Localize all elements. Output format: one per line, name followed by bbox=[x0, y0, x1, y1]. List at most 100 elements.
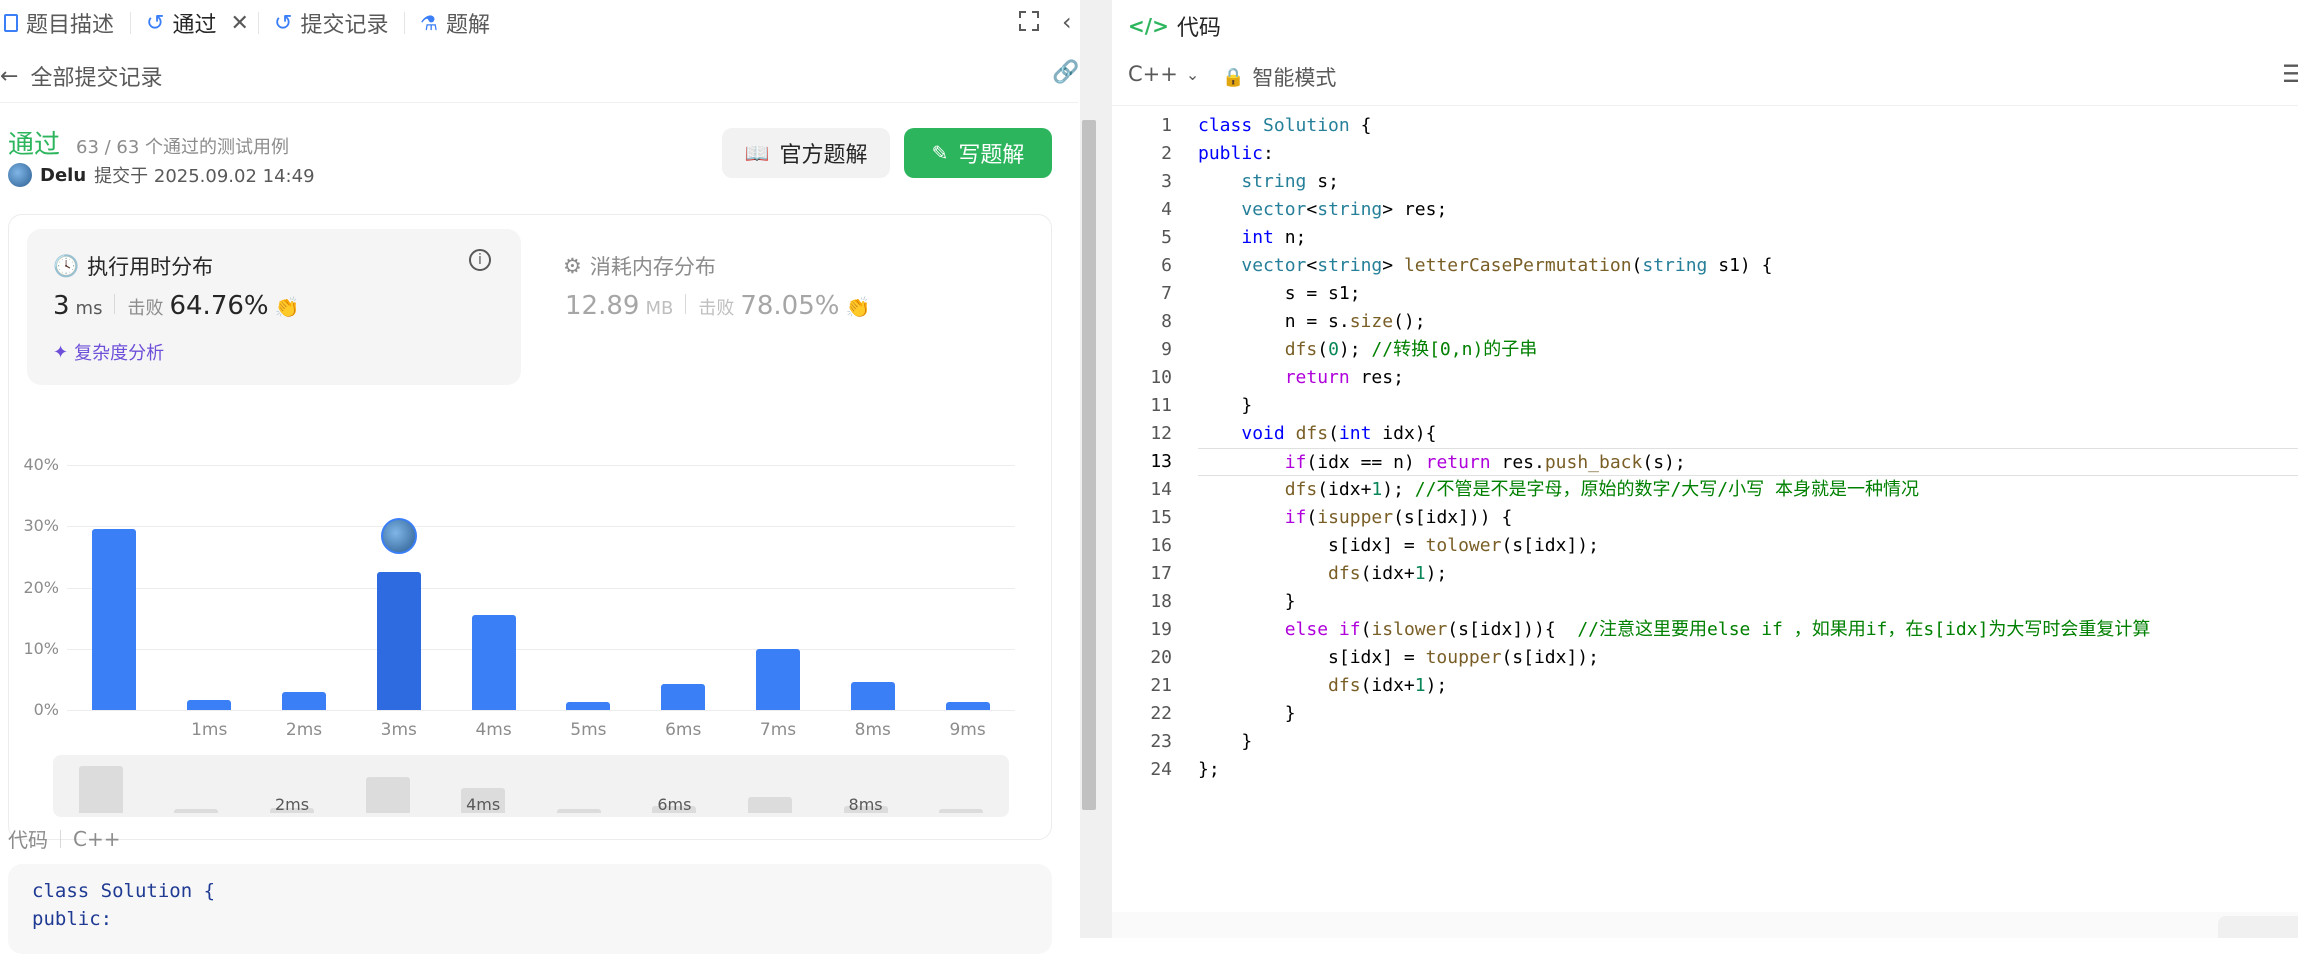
line-number: 7 bbox=[1161, 283, 1172, 304]
line-number: 19 bbox=[1150, 619, 1172, 640]
line-number: 3 bbox=[1161, 171, 1172, 192]
tab-bar: 题目描述 ↺ 通过 ✕ ↺ 提交记录 ⚗ 题解 ‹ bbox=[0, 0, 1100, 46]
code-line[interactable]: s = s1; bbox=[1198, 280, 1361, 308]
code-line[interactable]: s[idx] = toupper(s[idx]); bbox=[1198, 644, 1599, 672]
overview-bar bbox=[556, 809, 601, 813]
tab-submissions[interactable]: ↺ 提交记录 bbox=[274, 8, 389, 39]
tab-submissions-label: 提交记录 bbox=[300, 13, 389, 38]
code-line[interactable]: s[idx] = tolower(s[idx]); bbox=[1198, 532, 1599, 560]
code-section-label: 代码 bbox=[8, 828, 48, 852]
mode-select[interactable]: 🔒 智能模式 bbox=[1222, 62, 1336, 92]
close-icon[interactable]: ✕ bbox=[230, 11, 248, 36]
y-tick-label: 10% bbox=[23, 638, 59, 658]
write-solution-button[interactable]: ✎ 写题解 bbox=[904, 128, 1052, 178]
x-tick-label: 9ms bbox=[949, 720, 986, 740]
line-number: 6 bbox=[1161, 255, 1172, 276]
code-line[interactable]: string s; bbox=[1198, 168, 1339, 196]
code-line[interactable]: int n; bbox=[1198, 224, 1306, 252]
official-solution-button[interactable]: 📖 官方题解 bbox=[722, 128, 890, 178]
chart-bar[interactable] bbox=[376, 572, 421, 710]
chart-bar[interactable] bbox=[187, 699, 232, 710]
link-icon[interactable]: 🔗 bbox=[1052, 60, 1079, 85]
code-preview: class Solution { public: bbox=[8, 864, 1052, 954]
chart-bar[interactable] bbox=[92, 529, 137, 710]
code-line[interactable]: n = s.size(); bbox=[1198, 308, 1426, 336]
code-line[interactable]: } bbox=[1198, 700, 1296, 728]
chart-overview[interactable]: 2ms 4ms 6ms 8ms bbox=[53, 755, 1009, 817]
menu-icon[interactable]: ☰ bbox=[2282, 60, 2298, 88]
line-number: 14 bbox=[1150, 479, 1172, 500]
code-line[interactable]: void dfs(int idx){ bbox=[1198, 420, 1436, 448]
line-number: 21 bbox=[1150, 675, 1172, 696]
overview-tick-label: 2ms bbox=[274, 795, 310, 814]
history-icon: ↺ bbox=[146, 10, 165, 36]
back-link-label: 全部提交记录 bbox=[30, 66, 163, 91]
code-line[interactable]: else if(islower(s[idx])){ //注意这里要用else i… bbox=[1198, 616, 2151, 644]
scrollbar[interactable] bbox=[1082, 120, 1096, 810]
line-number: 12 bbox=[1150, 423, 1172, 444]
code-icon: </> bbox=[1128, 14, 1169, 38]
code-line[interactable]: } bbox=[1198, 588, 1296, 616]
code-line[interactable]: return res; bbox=[1198, 364, 1404, 392]
line-number: 18 bbox=[1150, 591, 1172, 612]
code-line[interactable]: if(idx == n) return res.push_back(s); bbox=[1198, 448, 2298, 476]
tab-accepted[interactable]: ↺ 通过 ✕ bbox=[146, 8, 249, 39]
code-line[interactable]: dfs(idx+1); bbox=[1198, 672, 1447, 700]
submit-time: 提交于 2025.09.02 14:49 bbox=[94, 166, 315, 187]
y-tick-label: 0% bbox=[33, 700, 59, 719]
y-tick-label: 20% bbox=[23, 577, 59, 597]
chart-bar[interactable] bbox=[945, 702, 990, 710]
line-number: 4 bbox=[1161, 199, 1172, 220]
overview-bar bbox=[365, 777, 410, 813]
chevron-down-icon: ⌄ bbox=[1185, 64, 1200, 84]
user-position-avatar bbox=[380, 518, 417, 555]
run-button[interactable] bbox=[2218, 916, 2298, 938]
line-number: 16 bbox=[1150, 535, 1172, 556]
code-editor[interactable]: 1 class Solution {2 public: 3 string s; 4 ve… bbox=[1112, 112, 2298, 912]
code-line[interactable]: }; bbox=[1198, 756, 1220, 784]
chart-bar[interactable] bbox=[282, 691, 326, 710]
username[interactable]: Delu bbox=[40, 165, 86, 186]
tab-solutions-label: 题解 bbox=[445, 13, 490, 38]
code-line[interactable]: } bbox=[1198, 392, 1252, 420]
code-line[interactable]: } bbox=[1198, 728, 1252, 756]
x-tick-label: 2ms bbox=[285, 720, 323, 740]
code-line[interactable]: if(isupper(s[idx])) { bbox=[1198, 504, 1513, 532]
language-select[interactable]: C++ ⌄ bbox=[1128, 62, 1199, 86]
line-number: 24 bbox=[1150, 759, 1172, 780]
chart-bar[interactable] bbox=[756, 648, 800, 710]
code-line[interactable]: dfs(idx+1); bbox=[1198, 560, 1447, 588]
x-tick-label: 8ms bbox=[854, 720, 891, 740]
chart-bar[interactable] bbox=[471, 615, 516, 710]
code-line[interactable]: vector<string> res; bbox=[1198, 196, 1447, 224]
code-line[interactable]: public: bbox=[1198, 140, 1274, 168]
code-line[interactable]: dfs(idx+1); //不管是不是字母，原始的数字/大写/小写 本身就是一种… bbox=[1198, 476, 1919, 504]
line-number: 20 bbox=[1150, 647, 1172, 668]
chart-bar[interactable] bbox=[661, 683, 706, 710]
gridline bbox=[67, 587, 1015, 589]
overview-bar bbox=[939, 809, 984, 813]
line-number: 15 bbox=[1150, 507, 1172, 528]
code-title: </> 代码 bbox=[1128, 10, 1221, 42]
mode-label: 智能模式 bbox=[1252, 66, 1337, 90]
code-line[interactable]: vector<string> letterCasePermutation(str… bbox=[1198, 252, 1772, 280]
line-number: 17 bbox=[1150, 563, 1172, 584]
edit-icon: ✎ bbox=[931, 141, 949, 165]
chart-bar[interactable] bbox=[850, 682, 895, 710]
code-preview-line: class Solution { bbox=[32, 880, 215, 902]
tab-solutions[interactable]: ⚗ 题解 bbox=[420, 8, 490, 38]
chart-bar[interactable] bbox=[566, 702, 611, 710]
back-link[interactable]: ← 全部提交记录 bbox=[0, 60, 162, 92]
editor-toolbar: C++ ⌄ 🔒 智能模式 ☰ bbox=[1110, 46, 2298, 106]
document-icon bbox=[4, 14, 18, 32]
code-line[interactable]: class Solution { bbox=[1198, 112, 1371, 140]
avatar[interactable] bbox=[8, 163, 32, 187]
overview-tick-label: 6ms bbox=[657, 795, 692, 814]
stats-card: 🕓 执行用时分布 i 3 ms 击败 64.76% 👏 ✦ 复杂度分析 ⚙ 消耗… bbox=[8, 214, 1052, 840]
x-tick-label: 7ms bbox=[759, 720, 797, 740]
collapse-icon[interactable]: ‹ bbox=[1062, 8, 1072, 36]
line-number: 11 bbox=[1150, 395, 1172, 416]
tab-description[interactable]: 题目描述 bbox=[4, 8, 114, 38]
code-line[interactable]: dfs(0); //转换[0,n)的子串 bbox=[1198, 336, 1538, 364]
fullscreen-icon[interactable] bbox=[1018, 10, 1040, 32]
